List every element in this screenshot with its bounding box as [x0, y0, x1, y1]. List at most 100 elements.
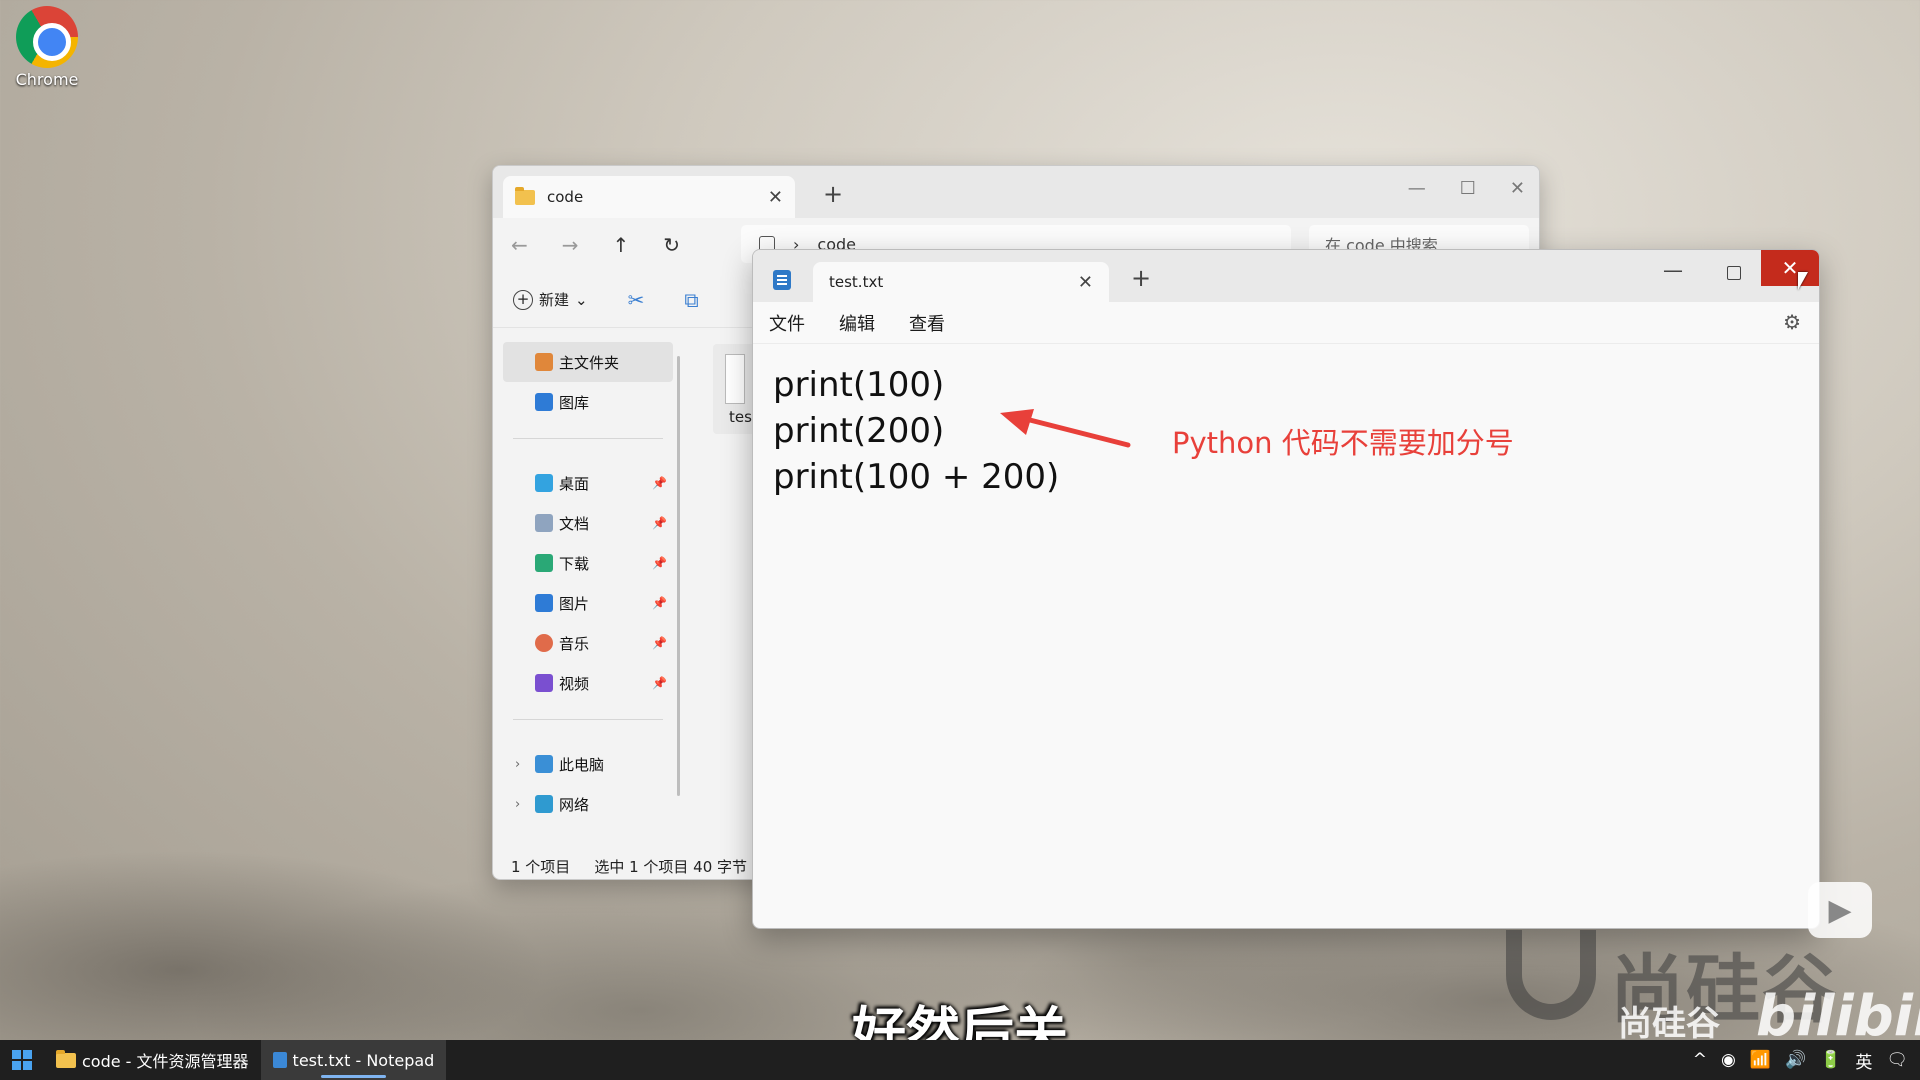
pin-icon[interactable]: 📌: [652, 476, 667, 490]
home-icon: [535, 353, 553, 371]
sidebar-divider: [513, 719, 663, 720]
sidebar-scrollbar[interactable]: [677, 356, 680, 796]
taskbar-item-label: test.txt - Notepad: [292, 1050, 435, 1070]
explorer-tab-title: code: [547, 188, 584, 206]
sidebar-item-desktop[interactable]: 桌面 📌: [503, 463, 673, 503]
pin-icon[interactable]: 📌: [652, 596, 667, 610]
sidebar-item-label: 下载: [559, 554, 590, 573]
gallery-icon: [535, 393, 553, 411]
wifi-icon[interactable]: 📶: [1750, 1050, 1771, 1070]
close-button[interactable]: ✕: [1510, 178, 1525, 199]
close-tab-icon[interactable]: ✕: [768, 187, 783, 208]
text-file-icon: [725, 354, 745, 404]
pin-icon[interactable]: 📌: [652, 676, 667, 690]
sidebar-item-home[interactable]: 主文件夹: [503, 342, 673, 382]
forward-arrow-icon[interactable]: →: [562, 233, 579, 257]
ime-indicator[interactable]: 英: [1855, 1048, 1872, 1073]
explorer-tab[interactable]: code ✕: [503, 176, 795, 218]
menu-file[interactable]: 文件: [769, 310, 805, 336]
folder-icon: [56, 1049, 76, 1068]
annotation-arrow: [1000, 409, 1131, 448]
notepad-menubar: 文件 编辑 查看: [753, 302, 1819, 344]
sidebar-item-label: 主文件夹: [559, 353, 620, 372]
new-button[interactable]: + 新建 ⌄: [513, 289, 588, 310]
mouse-cursor: [1798, 272, 1816, 290]
maximize-button[interactable]: ☐: [1460, 178, 1476, 199]
close-tab-icon[interactable]: ✕: [1078, 272, 1093, 293]
selection-info: 选中 1 个项目 40 字节: [594, 858, 748, 876]
gear-icon[interactable]: ⚙: [1783, 310, 1801, 334]
app-tray-icon[interactable]: ◉: [1721, 1050, 1736, 1070]
sidebar-item-pictures[interactable]: 图片 📌: [503, 583, 673, 623]
editor-line: print(100 + 200): [773, 457, 1060, 497]
new-tab-button[interactable]: +: [823, 180, 843, 208]
pictures-icon: [535, 594, 553, 612]
sidebar-item-downloads[interactable]: 下载 📌: [503, 543, 673, 583]
sidebar-item-label: 音乐: [559, 634, 590, 653]
taskbar-item-notepad[interactable]: test.txt - Notepad: [260, 1040, 447, 1080]
notepad-tab-title: test.txt: [829, 273, 884, 291]
plus-icon: +: [513, 289, 533, 310]
chrome-icon: [16, 6, 78, 68]
sidebar-item-this-pc[interactable]: › 此电脑: [503, 744, 673, 784]
sidebar-item-label: 此电脑: [559, 755, 605, 774]
explorer-window-controls: — ☐ ✕: [1408, 178, 1525, 199]
desktop-icon-chrome[interactable]: Chrome: [12, 6, 82, 89]
desktop-icon: [535, 474, 553, 492]
download-icon: [535, 554, 553, 572]
pin-icon[interactable]: 📌: [652, 556, 667, 570]
folder-icon: [515, 186, 535, 205]
notepad-titlebar: test.txt ✕ + — ✕: [753, 250, 1819, 302]
file-item-name: tes: [729, 408, 752, 426]
battery-icon[interactable]: 🔋: [1820, 1050, 1841, 1070]
videos-icon: [535, 674, 553, 692]
annotation-text: Python 代码不需要加分号: [1172, 426, 1514, 460]
new-button-label: 新建: [539, 291, 570, 309]
editor-line: print(100): [773, 365, 945, 405]
menu-view[interactable]: 查看: [909, 310, 945, 336]
chevron-down-icon: ⌄: [575, 290, 588, 309]
pin-icon[interactable]: 📌: [652, 516, 667, 530]
sidebar-item-music[interactable]: 音乐 📌: [503, 623, 673, 663]
notepad-window: test.txt ✕ + — ✕ 文件 编辑 查看 ⚙ print(100) p…: [752, 249, 1820, 929]
notification-icon[interactable]: 🗨: [1886, 1050, 1908, 1070]
back-arrow-icon[interactable]: ←: [511, 233, 528, 257]
notepad-icon: [773, 270, 791, 290]
item-count: 1 个项目: [511, 858, 571, 876]
up-arrow-icon[interactable]: ↑: [613, 233, 630, 257]
sidebar-item-label: 网络: [559, 795, 590, 814]
notepad-icon: [272, 1052, 287, 1068]
sidebar-divider: [513, 438, 663, 439]
minimize-button[interactable]: —: [1408, 178, 1426, 199]
sidebar-item-label: 图片: [559, 594, 590, 613]
navigation-pane: 主文件夹 图库 桌面 📌 文档 📌 下载 📌 图片 📌 音乐 📌 视频 📌 › …: [503, 342, 673, 824]
documents-icon: [535, 514, 553, 532]
sidebar-item-label: 图库: [559, 393, 590, 412]
chevron-right-icon[interactable]: ›: [515, 797, 520, 812]
windows-logo-icon: [12, 1050, 32, 1070]
taskbar-item-explorer[interactable]: code - 文件资源管理器: [44, 1040, 261, 1080]
sidebar-item-videos[interactable]: 视频 📌: [503, 663, 673, 703]
sidebar-item-documents[interactable]: 文档 📌: [503, 503, 673, 543]
sidebar-item-network[interactable]: › 网络: [503, 784, 673, 824]
taskbar: code - 文件资源管理器 test.txt - Notepad ^ ◉ 📶 …: [0, 1040, 1920, 1080]
chevron-up-icon[interactable]: ^: [1693, 1050, 1707, 1070]
sidebar-item-label: 视频: [559, 674, 590, 693]
computer-icon: [535, 755, 553, 773]
maximize-button[interactable]: [1727, 266, 1741, 280]
speaker-icon[interactable]: 🔊: [1785, 1050, 1806, 1070]
pin-icon[interactable]: 📌: [652, 636, 667, 650]
desktop-icon-label: Chrome: [15, 70, 79, 89]
new-tab-button[interactable]: +: [1131, 264, 1151, 292]
start-button[interactable]: [0, 1040, 44, 1080]
music-icon: [535, 634, 553, 652]
copy-icon[interactable]: ⧉: [684, 288, 698, 312]
refresh-icon[interactable]: ↻: [663, 233, 680, 257]
sidebar-item-gallery[interactable]: 图库: [503, 382, 673, 422]
sidebar-item-label: 桌面: [559, 474, 590, 493]
chevron-right-icon[interactable]: ›: [515, 757, 520, 772]
menu-edit[interactable]: 编辑: [839, 310, 875, 336]
notepad-tab[interactable]: test.txt ✕: [813, 262, 1109, 302]
cut-icon[interactable]: ✂: [628, 288, 645, 312]
minimize-button[interactable]: —: [1663, 258, 1683, 282]
